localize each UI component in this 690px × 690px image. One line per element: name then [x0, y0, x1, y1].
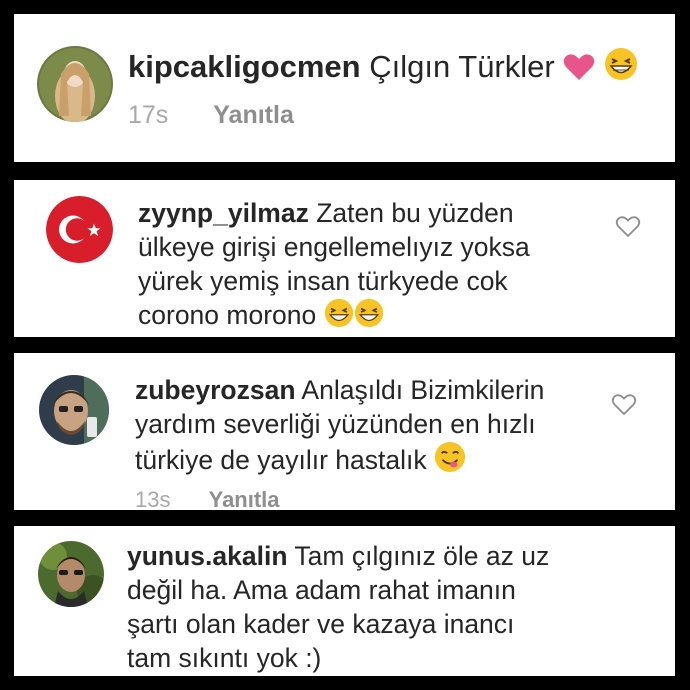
comment-line-1: Zaten bu yüzden: [316, 198, 514, 228]
comment-text: zyynp_yilmaz Zaten bu yüzden ülkeye giri…: [138, 196, 530, 336]
username[interactable]: zubeyrozsan: [135, 375, 296, 405]
comment-line-1: Anlaşıldı Bizimkilerin: [301, 375, 545, 405]
comment-line-4: tam sıkıntı yok :): [127, 643, 322, 673]
username[interactable]: kipcakligocmen: [128, 49, 361, 84]
comment-meta: 13s Yanıtla: [135, 487, 280, 510]
face-savoring-food-icon: [434, 441, 466, 481]
comment-text: zubeyrozsan Anlaşıldı Bizimkilerin yardı…: [135, 373, 544, 481]
username[interactable]: zyynp_yilmaz: [138, 198, 309, 228]
avatar[interactable]: [46, 196, 113, 263]
comment-line-3: türkiye de yayılır hastalık: [135, 441, 544, 481]
comment-card-2: zyynp_yilmaz Zaten bu yüzden ülkeye giri…: [14, 180, 675, 337]
heart-icon: [563, 53, 595, 89]
avatar[interactable]: [37, 46, 113, 122]
reply-button[interactable]: Yanıtla: [213, 101, 294, 129]
comment-text: kipcakligocmen Çılgın Türkler: [128, 47, 638, 89]
grinning-squint-face-icon: [604, 47, 638, 89]
avatar[interactable]: [39, 375, 109, 445]
comment-card-3: zubeyrozsan Anlaşıldı Bizimkilerin yardı…: [14, 353, 675, 510]
grinning-squint-face-icon: [354, 298, 384, 336]
avatar[interactable]: [38, 541, 104, 607]
comment-line-3: yürek yemiş insan türkyede cok: [138, 266, 508, 296]
reply-button[interactable]: Yanıtla: [209, 487, 280, 510]
timestamp: 13s: [135, 487, 171, 510]
comment-line-2: değil ha. Ama adam rahat imanın: [127, 575, 516, 605]
comment-body: Çılgın Türkler: [369, 49, 555, 84]
comment-card-1: kipcakligocmen Çılgın Türkler 17s Yanıtl…: [14, 14, 675, 162]
comment-line-2: yardım severliği yüzünden en hızlı: [135, 409, 536, 439]
like-heart-icon[interactable]: [615, 215, 641, 239]
comment-text: yunus.akalin Tam çılgınız öle az uz deği…: [127, 539, 549, 675]
comment-line-1: Tam çılgınız öle az uz: [294, 541, 550, 571]
like-heart-icon[interactable]: [611, 393, 637, 417]
timestamp: 17s: [128, 101, 169, 129]
grinning-squint-face-icon: [324, 298, 354, 336]
comment-card-4: yunus.akalin Tam çılgınız öle az uz deği…: [14, 526, 675, 676]
username[interactable]: yunus.akalin: [127, 541, 288, 571]
comment-line-3: şartı olan kader ve kazaya inancı: [127, 609, 515, 639]
comment-line-2: ülkeye girişi engellemelıyız yoksa: [138, 232, 530, 262]
comment-meta: 17s Yanıtla: [128, 101, 294, 130]
comment-line-4: corono morono: [138, 298, 530, 336]
